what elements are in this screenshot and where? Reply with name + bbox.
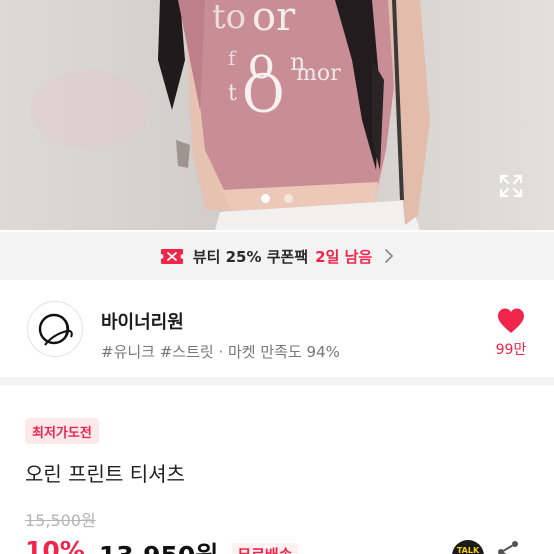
product-image[interactable]: to or f o n t O mor bbox=[0, 0, 554, 230]
svg-text:t: t bbox=[228, 81, 237, 106]
sale-price: 13,950원 bbox=[99, 536, 218, 554]
talk-label: TALK bbox=[456, 546, 480, 554]
shop-info: 바이너리원 #유니크 #스트릿 · 마켓 만족도 94% 99만 bbox=[0, 281, 554, 385]
heart-icon[interactable] bbox=[496, 307, 526, 335]
svg-text:or: or bbox=[252, 0, 296, 40]
lowest-price-badge: 최저가도전 bbox=[25, 418, 99, 444]
original-price: 15,500원 bbox=[25, 511, 96, 530]
share-icon[interactable] bbox=[494, 538, 522, 554]
shop-tags: #유니크 #스트릿 · 마켓 만족도 94% bbox=[101, 343, 340, 361]
shop-logo[interactable] bbox=[27, 301, 83, 357]
free-shipping-badge: 무료배송 bbox=[232, 543, 298, 554]
carousel-indicator bbox=[0, 194, 554, 203]
product-title: 오린 프린트 티셔츠 bbox=[25, 462, 185, 486]
shop-logo-icon bbox=[38, 313, 73, 346]
coupon-icon bbox=[160, 248, 183, 264]
coupon-text: 뷰티 25% 쿠폰팩 bbox=[192, 247, 309, 266]
svg-text:O: O bbox=[242, 65, 285, 125]
discount-rate: 10% bbox=[25, 536, 85, 554]
carousel-dot[interactable] bbox=[284, 194, 293, 203]
talk-button[interactable]: TALK bbox=[452, 540, 484, 554]
svg-text:to: to bbox=[212, 0, 246, 37]
like-count: 99만 bbox=[495, 342, 527, 358]
coupon-banner[interactable]: 뷰티 25% 쿠폰팩 2일 남음 bbox=[0, 232, 554, 280]
svg-text:mor: mor bbox=[296, 61, 341, 86]
chevron-right-icon bbox=[385, 249, 394, 263]
coupon-days-left: 2일 남음 bbox=[315, 247, 373, 266]
carousel-dot[interactable] bbox=[261, 194, 270, 203]
shop-name[interactable]: 바이너리원 bbox=[101, 308, 184, 334]
price-row: 10% 13,950원 무료배송 bbox=[25, 536, 298, 554]
